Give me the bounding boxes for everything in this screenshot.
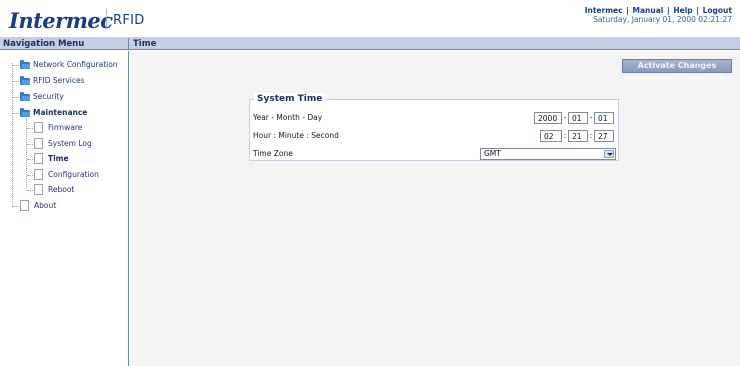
tree-line (12, 63, 13, 206)
page-icon (34, 153, 43, 164)
system-time-panel: System Time Year - Month - Day - - Hour … (249, 93, 619, 161)
second-input[interactable] (594, 130, 614, 142)
tree-line (26, 119, 27, 189)
folder-icon (20, 76, 30, 85)
help-link[interactable]: Help (673, 6, 692, 15)
timezone-value: GMT (484, 149, 501, 158)
timezone-label: Time Zone (253, 149, 293, 158)
navigation-menu-title: Navigation Menu (0, 38, 129, 50)
product-name: RFID (113, 13, 145, 28)
timezone-select[interactable]: GMT (480, 148, 616, 160)
hour-input[interactable] (540, 130, 562, 142)
page-icon (34, 169, 43, 180)
page-icon (34, 138, 43, 149)
folder-icon (20, 108, 30, 117)
intermec-logo: Intermec (9, 8, 113, 33)
page-icon (34, 122, 43, 133)
current-datetime: Saturday, January 01, 2000 02:21:27 (593, 15, 732, 24)
chevron-down-icon[interactable] (604, 150, 614, 158)
main-content: Activate Changes System Time Year - Mont… (130, 51, 740, 366)
day-input[interactable] (594, 112, 614, 124)
intermec-link[interactable]: Intermec (585, 6, 623, 15)
page-title: Time (129, 38, 740, 50)
minute-input[interactable] (568, 130, 588, 142)
header: Intermec RFID Intermec | Manual | Help |… (0, 0, 740, 38)
activate-changes-button[interactable]: Activate Changes (622, 59, 732, 73)
page-icon (20, 200, 29, 211)
manual-link[interactable]: Manual (633, 6, 664, 15)
time-label: Hour : Minute : Second (253, 131, 339, 140)
page-icon (34, 184, 43, 195)
year-input[interactable] (534, 112, 562, 124)
navigation-menu: Network Configuration RFID Services Secu… (0, 51, 129, 366)
top-links: Intermec | Manual | Help | Logout Saturd… (584, 6, 732, 24)
logout-link[interactable]: Logout (703, 6, 732, 15)
folder-icon (20, 60, 30, 69)
system-time-legend: System Time (254, 93, 326, 105)
logo-divider (106, 9, 107, 29)
date-label: Year - Month - Day (253, 113, 323, 122)
month-input[interactable] (568, 112, 588, 124)
folder-icon (20, 92, 30, 101)
